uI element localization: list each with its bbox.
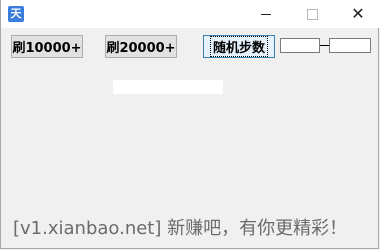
app-icon: 天 — [8, 6, 24, 22]
max-steps-input[interactable] — [329, 38, 371, 53]
minimize-icon — [261, 13, 271, 15]
maximize-button[interactable] — [289, 0, 335, 28]
status-text-redacted — [113, 80, 223, 94]
close-icon: ✕ — [351, 4, 365, 23]
brush-10000-button[interactable]: 刷10000+ — [11, 35, 83, 58]
min-steps-input[interactable] — [280, 38, 320, 53]
close-button[interactable]: ✕ — [335, 0, 380, 28]
random-steps-button[interactable]: 随机步数 — [203, 35, 275, 58]
minimize-button[interactable] — [243, 0, 289, 28]
app-window: 天 ✕ 刷10000+ 刷20000+ 随机步数 [v1.xianbao.net… — [0, 0, 380, 249]
brush-20000-button[interactable]: 刷20000+ — [105, 35, 177, 58]
maximize-icon — [306, 8, 318, 20]
footer-link-text[interactable]: [v1.xianbao.net] 新赚吧，有你更精彩！ — [13, 214, 347, 240]
title-bar: 天 ✕ — [1, 0, 380, 28]
range-separator — [320, 45, 329, 46]
random-steps-label: 随机步数 — [210, 36, 269, 57]
